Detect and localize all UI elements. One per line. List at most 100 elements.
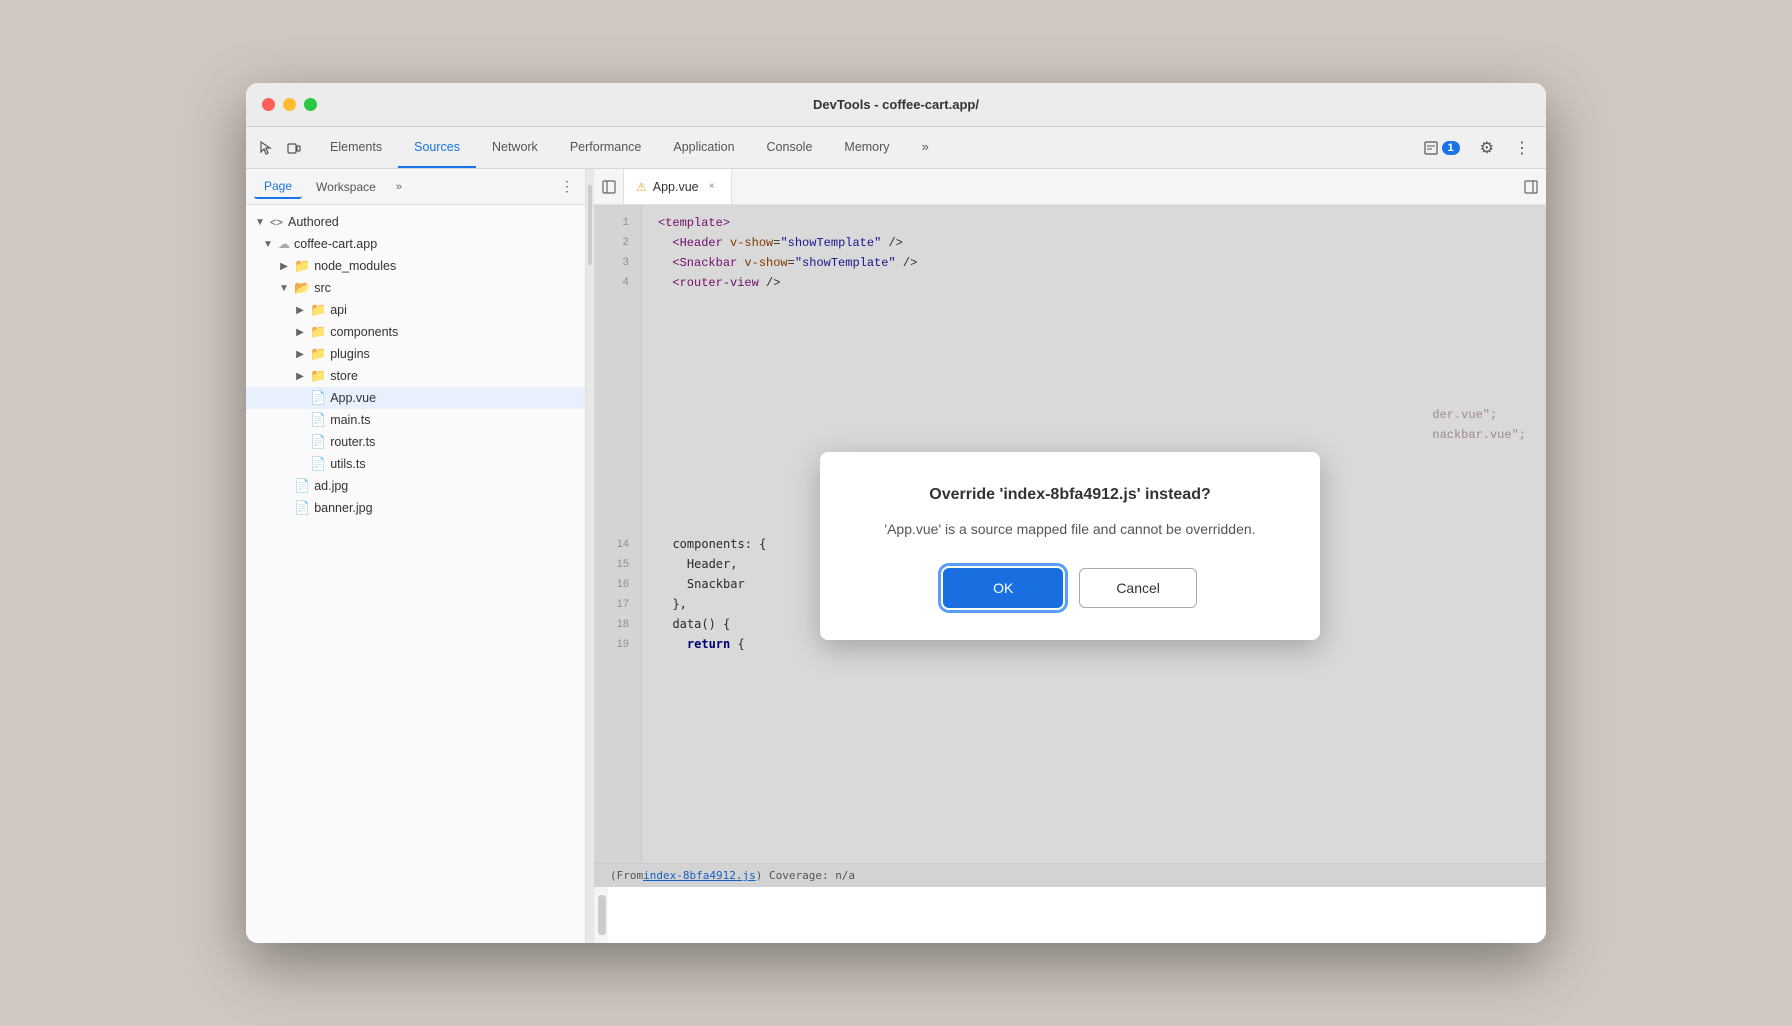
tree-root[interactable]: ▼ ☁ coffee-cart.app (246, 233, 585, 255)
dialog-ok-button[interactable]: OK (943, 568, 1063, 608)
tab-performance[interactable]: Performance (554, 127, 658, 168)
traffic-lights (262, 98, 317, 111)
editor-scrollbar[interactable] (594, 887, 608, 943)
tree-authored[interactable]: ▼ <> Authored (246, 211, 585, 233)
editor-area: ⚠ App.vue × 1 2 3 (594, 169, 1546, 943)
code-brackets-icon: <> (270, 215, 284, 229)
router-ts-file-icon: 📄 (310, 434, 326, 450)
sidebar-scrollbar[interactable] (586, 169, 594, 943)
tab-close-button[interactable]: × (705, 180, 719, 194)
api-arrow: ▶ (294, 304, 306, 316)
root-arrow: ▼ (262, 238, 274, 250)
sidebar-tab-workspace[interactable]: Workspace (306, 176, 386, 198)
tab-filename: App.vue (653, 180, 699, 194)
devtools-window: DevTools - coffee-cart.app/ Elements Sou (246, 83, 1546, 943)
tab-console[interactable]: Console (751, 127, 829, 168)
toolbar-icons (246, 127, 314, 168)
file-tree: ▼ <> Authored ▼ ☁ coffee-cart.app ▶ 📁 n (246, 205, 585, 525)
more-vert-icon: ⋮ (1514, 138, 1530, 158)
tab-memory[interactable]: Memory (828, 127, 905, 168)
svg-text:<>: <> (270, 217, 283, 229)
minimize-button[interactable] (283, 98, 296, 111)
more-options-button[interactable]: ⋮ (1506, 134, 1538, 162)
app-vue-file-icon: 📄 (310, 390, 326, 406)
device-toggle-icon[interactable] (282, 136, 306, 160)
editor-tabs: ⚠ App.vue × (594, 169, 1546, 205)
banner-jpg-label: banner.jpg (314, 501, 372, 515)
plugins-arrow: ▶ (294, 348, 306, 360)
title-bar: DevTools - coffee-cart.app/ (246, 83, 1546, 127)
dialog: Override 'index-8bfa4912.js' instead? 'A… (820, 452, 1320, 639)
tab-more[interactable]: » (906, 127, 945, 168)
src-label: src (314, 281, 331, 295)
settings-icon: ⚙ (1480, 138, 1494, 158)
sidebar-tabs: Page Workspace » ⋮ (246, 169, 585, 205)
utils-ts-label: utils.ts (330, 457, 365, 471)
root-label: coffee-cart.app (294, 237, 377, 251)
src-arrow: ▼ (278, 282, 290, 294)
dialog-buttons: OK Cancel (868, 568, 1272, 608)
tree-components[interactable]: ▶ 📁 components (246, 321, 585, 343)
router-ts-label: router.ts (330, 435, 375, 449)
tree-app-vue[interactable]: 📄 App.vue (246, 387, 585, 409)
src-folder-icon: 📂 (294, 280, 310, 296)
tree-main-ts[interactable]: 📄 main.ts (246, 409, 585, 431)
folder-icon: 📁 (294, 258, 310, 274)
sidebar-toggle-right[interactable] (1516, 169, 1546, 204)
authored-arrow: ▼ (254, 216, 266, 228)
editor-tabs-spacer (732, 169, 1516, 204)
node-modules-arrow: ▶ (278, 260, 290, 272)
tree-router-ts[interactable]: 📄 router.ts (246, 431, 585, 453)
cloud-icon: ☁ (278, 237, 290, 251)
tab-elements[interactable]: Elements (314, 127, 398, 168)
sidebar-tab-page[interactable]: Page (254, 175, 302, 199)
close-button[interactable] (262, 98, 275, 111)
editor-tab-app-vue[interactable]: ⚠ App.vue × (624, 169, 732, 204)
ad-jpg-label: ad.jpg (314, 479, 348, 493)
components-label: components (330, 325, 398, 339)
maximize-button[interactable] (304, 98, 317, 111)
dialog-cancel-button[interactable]: Cancel (1079, 568, 1197, 608)
settings-button[interactable]: ⚙ (1472, 134, 1502, 162)
tab-warning-icon: ⚠ (636, 180, 647, 194)
tab-application[interactable]: Application (657, 127, 750, 168)
tree-api[interactable]: ▶ 📁 api (246, 299, 585, 321)
components-arrow: ▶ (294, 326, 306, 338)
utils-ts-file-icon: 📄 (310, 456, 326, 472)
devtools-toolbar: Elements Sources Network Performance App… (246, 127, 1546, 169)
editor-scrollbar-thumb (598, 895, 606, 935)
dialog-overlay: Override 'index-8bfa4912.js' instead? 'A… (594, 205, 1546, 887)
sidebar-toggle-left[interactable] (594, 169, 624, 204)
console-button[interactable]: 1 (1416, 137, 1468, 159)
main-ts-label: main.ts (330, 413, 370, 427)
sidebar-tab-more[interactable]: » (390, 177, 408, 197)
main-ts-file-icon: 📄 (310, 412, 326, 428)
window-title: DevTools - coffee-cart.app/ (813, 97, 979, 112)
node-modules-label: node_modules (314, 259, 396, 273)
sidebar-scrollbar-thumb (588, 185, 592, 265)
tree-utils-ts[interactable]: 📄 utils.ts (246, 453, 585, 475)
tab-network[interactable]: Network (476, 127, 554, 168)
store-label: store (330, 369, 358, 383)
sidebar-options-button[interactable]: ⋮ (557, 177, 577, 197)
components-folder-icon: 📁 (310, 324, 326, 340)
main-content: Page Workspace » ⋮ ▼ <> Authored (246, 169, 1546, 943)
tree-node-modules[interactable]: ▶ 📁 node_modules (246, 255, 585, 277)
cursor-icon[interactable] (254, 136, 278, 160)
tree-store[interactable]: ▶ 📁 store (246, 365, 585, 387)
sidebar: Page Workspace » ⋮ ▼ <> Authored (246, 169, 586, 943)
toolbar-tabs: Elements Sources Network Performance App… (314, 127, 1408, 168)
banner-jpg-file-icon: 📄 (294, 500, 310, 516)
tree-src[interactable]: ▼ 📂 src (246, 277, 585, 299)
tree-ad-jpg[interactable]: 📄 ad.jpg (246, 475, 585, 497)
dialog-message: 'App.vue' is a source mapped file and ca… (868, 519, 1272, 540)
console-badge: 1 (1442, 141, 1460, 155)
api-label: api (330, 303, 347, 317)
tree-banner-jpg[interactable]: 📄 banner.jpg (246, 497, 585, 519)
store-folder-icon: 📁 (310, 368, 326, 384)
tab-sources[interactable]: Sources (398, 127, 476, 168)
store-arrow: ▶ (294, 370, 306, 382)
tree-plugins[interactable]: ▶ 📁 plugins (246, 343, 585, 365)
dialog-title: Override 'index-8bfa4912.js' instead? (868, 484, 1272, 506)
toolbar-right: 1 ⚙ ⋮ (1408, 127, 1546, 168)
